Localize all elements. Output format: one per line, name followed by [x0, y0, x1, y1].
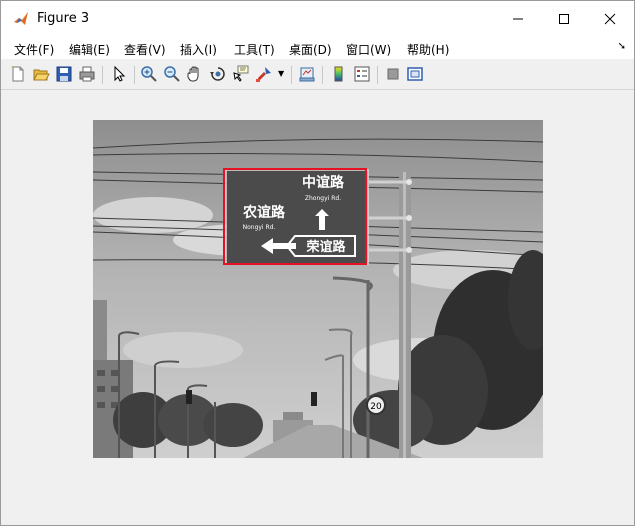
menu-bar: 文件(F) 编辑(E) 查看(V) 插入(I) 工具(T) 桌面(D) 窗口(W…: [1, 37, 634, 59]
save-icon[interactable]: [55, 65, 73, 83]
menu-overflow-icon[interactable]: ➘: [618, 41, 626, 52]
brush-icon[interactable]: [255, 65, 273, 83]
speed-limit-text: 20: [370, 402, 382, 412]
data-cursor-icon[interactable]: [232, 65, 250, 83]
toolbar: ▼: [1, 61, 634, 90]
toolbar-separator: [322, 66, 323, 84]
show-plot-tools-icon[interactable]: [406, 65, 424, 83]
close-button[interactable]: [587, 1, 633, 37]
zoom-out-icon[interactable]: [163, 65, 181, 83]
pan-hand-icon[interactable]: [186, 65, 204, 83]
menu-insert[interactable]: 插入(I): [180, 41, 217, 58]
pointer-icon[interactable]: [110, 65, 128, 83]
menu-window[interactable]: 窗口(W): [346, 41, 391, 58]
roi-rectangle[interactable]: [223, 168, 367, 265]
link-plot-icon[interactable]: [298, 65, 316, 83]
legend-icon[interactable]: [353, 65, 371, 83]
colorbar-icon[interactable]: [330, 65, 348, 83]
toolbar-separator: [291, 66, 292, 84]
print-icon[interactable]: [78, 65, 96, 83]
maximize-button[interactable]: [541, 1, 587, 37]
new-figure-icon[interactable]: [9, 65, 27, 83]
toolbar-separator: [102, 66, 103, 84]
rotate-3d-icon[interactable]: [209, 65, 227, 83]
menu-file[interactable]: 文件(F): [14, 41, 54, 58]
hide-plot-tools-icon[interactable]: [384, 65, 402, 83]
figure-window: Figure 3 文件(F) 编辑(E) 查看(V) 插入(I) 工具(T) 桌…: [0, 0, 635, 526]
toolbar-separator: [134, 66, 135, 84]
matlab-logo-icon: [14, 12, 28, 25]
menu-edit[interactable]: 编辑(E): [69, 41, 110, 58]
brush-dropdown-icon[interactable]: ▼: [278, 69, 284, 78]
open-file-icon[interactable]: [32, 65, 50, 83]
minimize-icon: [513, 18, 523, 20]
title-bar: Figure 3: [1, 1, 634, 37]
maximize-icon: [559, 14, 569, 24]
menu-desktop[interactable]: 桌面(D): [289, 41, 332, 58]
menu-view[interactable]: 查看(V): [124, 41, 166, 58]
minimize-button[interactable]: [495, 1, 541, 37]
menu-tools[interactable]: 工具(T): [234, 41, 275, 58]
toolbar-separator: [377, 66, 378, 84]
close-icon: [604, 13, 616, 25]
zoom-in-icon[interactable]: [140, 65, 158, 83]
menu-help[interactable]: 帮助(H): [407, 41, 449, 58]
window-title: Figure 3: [37, 11, 90, 26]
